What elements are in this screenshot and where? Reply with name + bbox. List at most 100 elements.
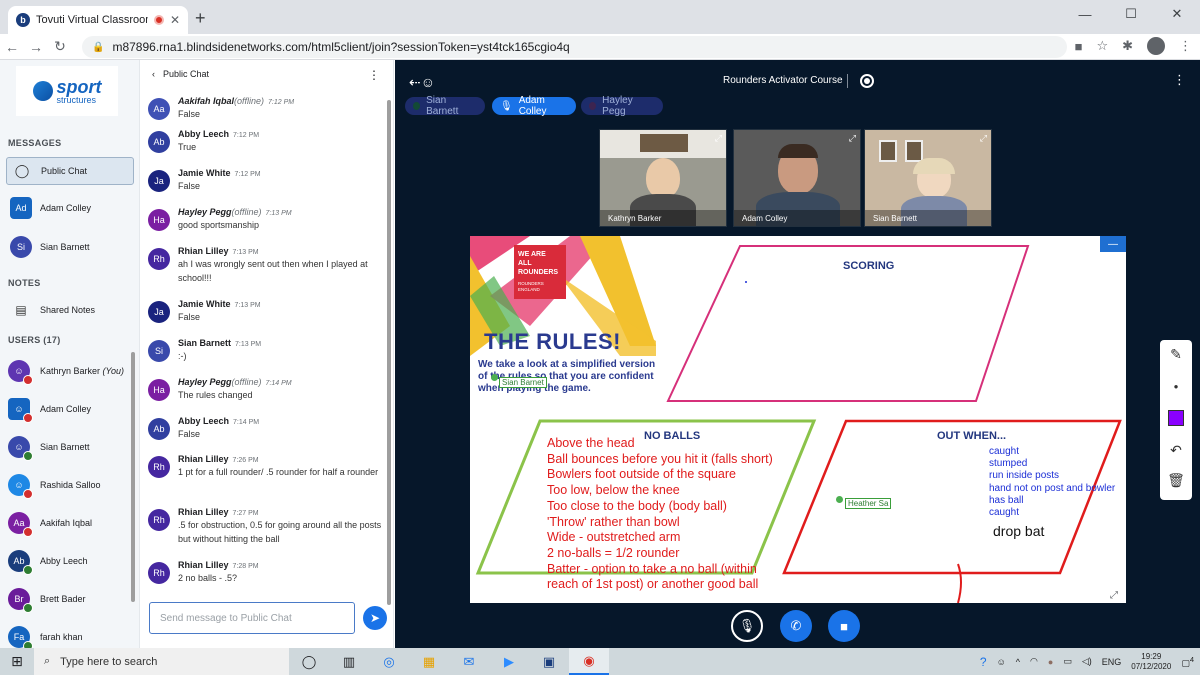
sport-structures-logo: sport structures — [16, 66, 118, 116]
battery-icon[interactable]: ▭ — [1063, 656, 1072, 667]
profile-icon[interactable] — [1147, 37, 1165, 55]
meeting-options-icon[interactable]: ⋮ — [1173, 72, 1186, 88]
minimize-window-button[interactable]: — — [1062, 0, 1108, 28]
outwhen-notes: caught stumped run inside posts hand not… — [989, 446, 1116, 519]
user-item[interactable]: Ab Abby Leech — [8, 546, 133, 576]
maximize-window-button[interactable]: ☐ — [1108, 0, 1154, 28]
chevron-left-icon[interactable]: ‹ — [152, 69, 155, 79]
color-picker-button[interactable] — [1168, 410, 1184, 426]
avatar: Br — [8, 588, 33, 613]
nav-shared-notes[interactable]: ▤ Shared Notes — [6, 296, 134, 324]
user-item[interactable]: ☺ Rashida Salloo — [8, 470, 133, 500]
address-bar[interactable]: 🔒 m87896.rna1.blindsidenetworks.com/html… — [82, 36, 1067, 58]
video-toggle-button[interactable]: ■ — [828, 610, 860, 642]
message-author: Abby Leech — [178, 416, 230, 426]
pencil-icon[interactable]: ✎ — [1166, 344, 1186, 364]
wifi-icon[interactable]: ◠ — [1030, 656, 1038, 667]
talker-indicator-icon — [589, 102, 597, 110]
video-tile-sian-barnett[interactable]: ⤢ Sian Barnett — [864, 129, 992, 227]
trash-icon[interactable]: 🗑 — [1166, 470, 1186, 490]
clock[interactable]: 19:29 07/12/2020 — [1131, 652, 1171, 671]
edge-icon[interactable]: ◎ — [369, 648, 409, 675]
expand-video-icon[interactable]: ⤢ — [849, 133, 856, 144]
nav-label: Sian Barnett — [40, 242, 90, 252]
window-controls: — ☐ ✕ — [1062, 0, 1200, 28]
notes-header: NOTES — [8, 278, 41, 288]
unmute-button[interactable]: 🎙 — [731, 610, 763, 642]
avatar: Ad — [10, 197, 32, 219]
user-list-scrollbar[interactable] — [131, 352, 135, 602]
recording-status-icon[interactable] — [860, 74, 874, 88]
back-icon[interactable]: ← — [0, 39, 24, 55]
windows-start-icon[interactable]: ⊞ — [0, 653, 34, 670]
browser-tab[interactable]: b Tovuti Virtual Classroom - Ro ✕ — [8, 6, 188, 34]
user-item[interactable]: Aa Aakifah Iqbal — [8, 508, 133, 538]
presentation-slide[interactable]: — WE ARE ALL ROUNDERS ROUNDERS ENGLAND T… — [470, 236, 1126, 603]
extensions-icon[interactable]: ✱ — [1122, 38, 1133, 54]
avatar: Aa — [8, 512, 33, 537]
user-item[interactable]: ☺ Sian Barnett — [8, 432, 133, 462]
app-tray-icon[interactable]: ● — [1048, 657, 1053, 667]
app-icon[interactable]: ▣ — [529, 648, 569, 675]
toggle-userlist-icon[interactable]: ⇠☺ — [409, 74, 435, 91]
reload-icon[interactable]: ↻ — [48, 38, 72, 55]
chat-message-input[interactable]: Send message to Public Chat — [149, 602, 355, 634]
people-icon[interactable]: ☺ — [997, 657, 1006, 667]
chat-scrollbar[interactable] — [387, 100, 391, 605]
leave-audio-button[interactable]: ✆ — [780, 610, 812, 642]
chrome-icon[interactable]: ◉ — [569, 648, 609, 675]
forward-icon[interactable]: → — [24, 39, 48, 55]
user-item[interactable]: Br Brett Bader — [8, 584, 133, 614]
chevron-up-icon[interactable]: ^ — [1016, 657, 1020, 667]
expand-video-icon[interactable]: ⤢ — [980, 133, 987, 144]
public-chat-panel: ‹ Public Chat ⋮ Aa Aakifah Iqbal(offline)… — [140, 60, 394, 648]
undo-icon[interactable]: ↶ — [1166, 440, 1186, 460]
expand-video-icon[interactable]: ⤢ — [715, 133, 722, 144]
cursor-label-heather: Heather Sa — [845, 498, 892, 509]
user-item[interactable]: ☺ Adam Colley — [8, 394, 133, 424]
mail-icon[interactable]: ✉ — [449, 648, 489, 675]
noballs-notes: Above the head Ball bounces before you h… — [547, 436, 773, 592]
store-icon[interactable]: ▦ — [409, 648, 449, 675]
meeting-area: ⇠☺ Rounders Activator Course ⋮ Sian Barn… — [395, 60, 1200, 648]
chat-options-icon[interactable]: ⋮ — [368, 68, 380, 82]
nav-chat-sian-barnett[interactable]: Si Sian Barnett — [6, 233, 134, 261]
user-item[interactable]: ☺ Kathryn Barker (You) — [8, 356, 133, 386]
video-tile-adam-colley[interactable]: ⤢ Adam Colley — [733, 129, 861, 227]
message-text: ah I was wrongly sent out then when I pl… — [178, 259, 368, 283]
message-text: good sportsmanship — [178, 220, 260, 230]
notifications-icon[interactable]: ▢4 — [1181, 655, 1194, 669]
fullscreen-slide-icon[interactable]: ⤢ — [1110, 590, 1118, 601]
taskbar-search-box[interactable]: ⌕ Type here to search — [34, 648, 289, 675]
browser-actions: ■ ☆ ✱ ⋮ — [1075, 37, 1192, 55]
volume-icon[interactable]: ◁) — [1082, 656, 1092, 667]
close-tab-icon[interactable]: ✕ — [170, 13, 180, 27]
send-message-button[interactable]: ➤ — [363, 606, 387, 630]
video-tile-kathryn-barker[interactable]: ⤢ Kathryn Barker — [599, 129, 727, 227]
nav-public-chat[interactable]: ◯ Public Chat — [6, 157, 134, 185]
minimize-presentation-button[interactable]: — — [1100, 236, 1126, 252]
message-author: Rhian Lilley — [178, 246, 229, 256]
help-icon[interactable]: ? — [980, 655, 987, 669]
language-indicator[interactable]: ENG — [1102, 657, 1122, 667]
widgets-icon[interactable]: ▥ — [329, 648, 369, 675]
user-list-panel: sport structures MESSAGES ◯ Public Chat … — [0, 60, 140, 648]
phone-icon: ✆ — [790, 618, 802, 633]
avatar: Rh — [148, 562, 170, 584]
message-author: Jamie White — [178, 168, 231, 178]
task-view-icon[interactable]: ◯ — [289, 648, 329, 675]
user-item[interactable]: Fa farah khan — [8, 622, 133, 648]
nav-label: Adam Colley — [40, 203, 92, 213]
logo-swirl-icon — [32, 81, 53, 101]
nav-chat-adam-colley[interactable]: Ad Adam Colley — [6, 194, 134, 222]
new-tab-button[interactable]: + — [195, 8, 206, 29]
message-time: 7:28 PM — [232, 563, 259, 570]
close-window-button[interactable]: ✕ — [1154, 0, 1200, 28]
star-icon[interactable]: ☆ — [1096, 38, 1108, 54]
offline-status: (offline) — [231, 207, 262, 217]
menu-icon[interactable]: ⋮ — [1179, 38, 1192, 54]
thickness-dot-icon[interactable]: ● — [1166, 376, 1186, 396]
camera-icon: ■ — [840, 618, 848, 634]
camera-in-use-icon[interactable]: ■ — [1075, 39, 1083, 54]
zoom-icon[interactable]: ▶ — [489, 648, 529, 675]
